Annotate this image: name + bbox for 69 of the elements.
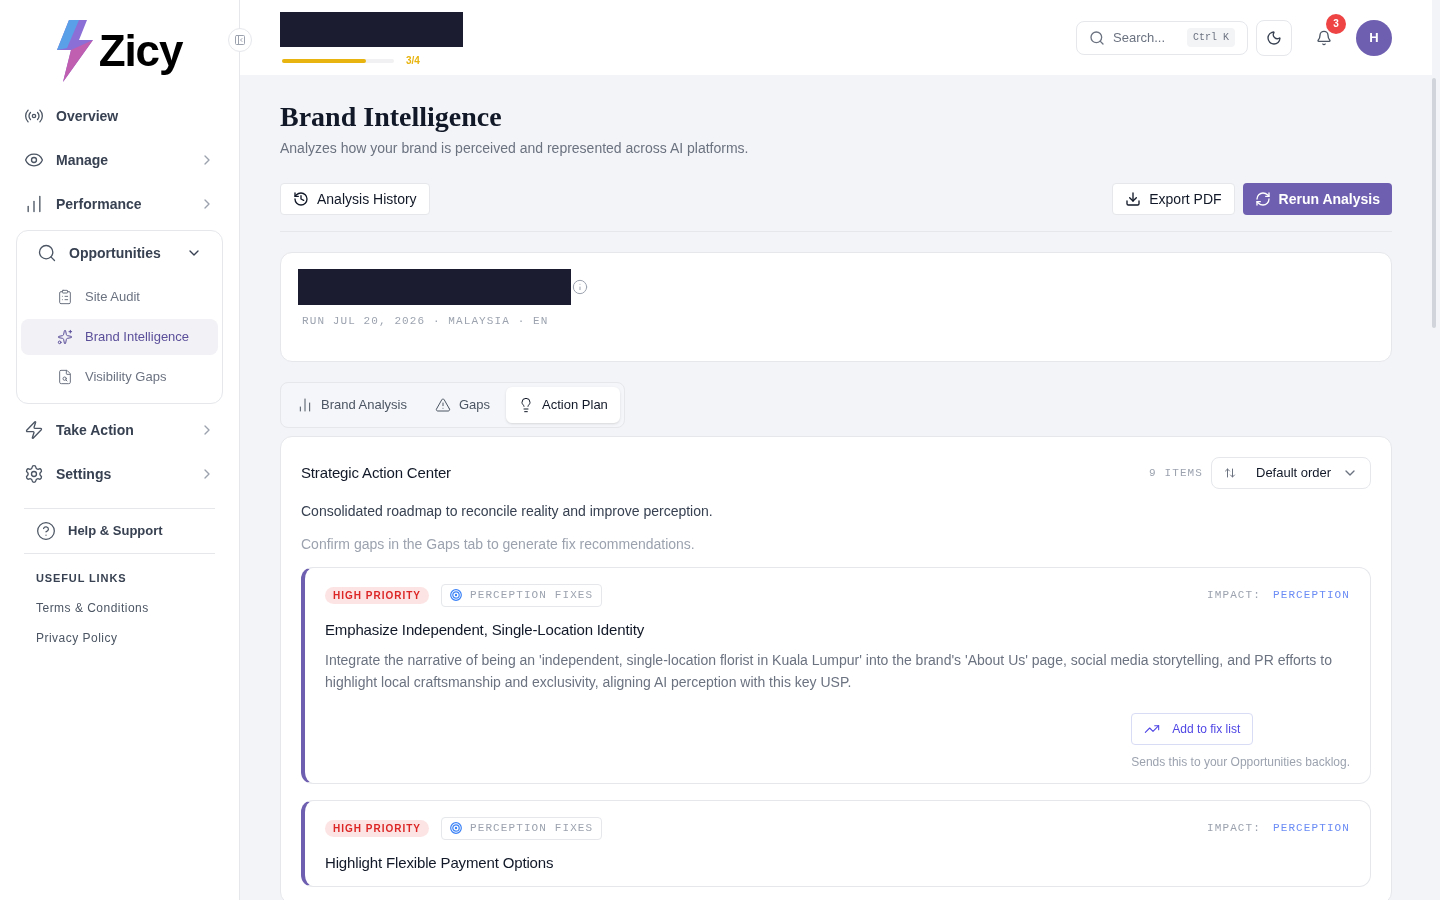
priority-badge: HIGH PRIORITY <box>325 819 429 837</box>
subitem-icon <box>57 329 73 345</box>
sort-icon <box>1224 467 1236 479</box>
panel-collapse-icon <box>234 34 246 46</box>
sidebar-item[interactable]: Settings <box>4 452 235 496</box>
tab[interactable]: Action Plan <box>506 387 620 423</box>
subitem-icon <box>57 289 73 305</box>
sidebar-subitem[interactable]: Brand Intelligence <box>21 319 218 355</box>
sidebar-item[interactable]: Take Action <box>4 408 235 452</box>
links-heading: USEFUL LINKS <box>35 571 128 586</box>
tab[interactable]: Brand Analysis <box>285 387 419 423</box>
analysis-history-button[interactable]: Analysis History <box>280 183 430 215</box>
moon-icon <box>1266 29 1282 46</box>
notification-count: 3 <box>1326 13 1346 34</box>
item-count: 9 ITEMS <box>1149 465 1203 481</box>
help-icon <box>36 521 56 541</box>
sidebar-item[interactable]: Performance <box>4 182 235 226</box>
run-meta: RUN JUL 20, 2026 · MALAYSIA · EN <box>302 314 550 329</box>
nav-icon <box>37 243 57 263</box>
sidebar-subitem[interactable]: Site Audit <box>21 279 218 315</box>
tab-icon <box>297 397 313 413</box>
page-title: Brand Intelligence <box>280 100 503 134</box>
refresh-icon <box>1254 191 1271 207</box>
impact-value: PERCEPTION <box>1273 588 1350 603</box>
target-icon <box>450 589 462 602</box>
export-pdf-button[interactable]: Export PDF <box>1112 183 1235 215</box>
dark-mode-button[interactable] <box>1256 19 1292 56</box>
lightning-logo-icon <box>56 20 95 82</box>
add-to-fix-list-button[interactable]: Add to fix list <box>1131 713 1254 745</box>
sidebar-item[interactable]: Overview <box>4 94 235 138</box>
history-icon <box>293 191 309 207</box>
impact-label: IMPACT: <box>1207 588 1261 603</box>
impact-label: IMPACT: <box>1207 821 1261 836</box>
rerun-analysis-button[interactable]: Rerun Analysis <box>1242 183 1392 215</box>
footer-link[interactable]: Privacy Policy <box>0 628 239 647</box>
section-description: Consolidated roadmap to reconcile reality and improve perception. <box>301 502 714 521</box>
section-hint: Confirm gaps in the Gaps tab to generate fix recommendations. <box>301 535 696 554</box>
nav-icon <box>24 420 44 440</box>
brand-name: Zicy <box>98 29 183 73</box>
footer-link[interactable]: Terms & Conditions <box>0 598 239 617</box>
impact-value: PERCEPTION <box>1273 821 1350 836</box>
category-tag: PERCEPTION FIXES <box>441 584 603 607</box>
info-icon <box>572 279 588 295</box>
sort-dropdown[interactable]: Default order <box>1211 457 1371 489</box>
nav-icon <box>24 464 44 484</box>
button-note: Sends this to your Opportunities backlog. <box>1131 754 1350 771</box>
card-title: Highlight Flexible Payment Options <box>325 852 555 873</box>
target-icon <box>450 822 462 835</box>
card-description: Integrate the narrative of being an 'independent, single-location florist in Kuala Lumpur' into the brand's 'About Us' page, social media storytelling, and PR efforts to highlight local craftsmanship and exclusivity, aligning AI perception with this key USP. <box>325 651 1333 692</box>
page-subtitle: Analyzes how your brand is perceived and represented across AI platforms. <box>280 139 750 158</box>
sidebar-item[interactable]: Manage <box>4 138 235 182</box>
section-title: Strategic Action Center <box>301 462 451 483</box>
search-input[interactable]: Search... <box>1113 27 1179 48</box>
card-title: Emphasize Independent, Single-Location Identity <box>325 619 645 640</box>
user-avatar[interactable]: H <box>1356 19 1392 56</box>
progress-reading: 3/4 <box>406 54 420 68</box>
subitem-icon <box>57 369 73 385</box>
bell-icon <box>1316 29 1332 46</box>
sidebar-subitem[interactable]: Visibility Gaps <box>21 359 218 395</box>
category-tag: PERCEPTION FIXES <box>441 817 603 840</box>
tab[interactable]: Gaps <box>423 387 503 423</box>
search-icon <box>1089 29 1105 46</box>
shortcut-key: Ctrl K <box>1187 28 1235 47</box>
priority-badge: HIGH PRIORITY <box>325 586 429 604</box>
tab-icon <box>435 397 451 413</box>
sidebar-item[interactable]: Opportunities <box>17 231 222 275</box>
search-field[interactable]: Search... Ctrl K <box>1076 20 1248 55</box>
download-icon <box>1125 191 1142 207</box>
help-link[interactable]: Help & Support <box>0 509 239 553</box>
